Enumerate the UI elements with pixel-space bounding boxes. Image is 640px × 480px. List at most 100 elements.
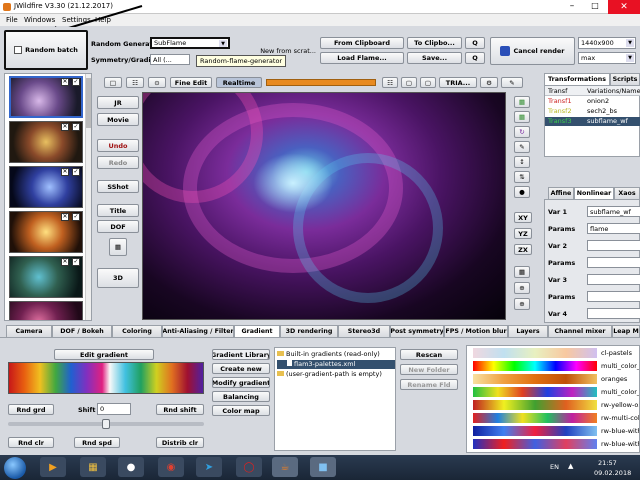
- edit-tool-1[interactable]: ▦: [514, 96, 530, 108]
- telegram-icon[interactable]: ➤: [196, 457, 222, 477]
- new-from-scratch-button[interactable]: New from scrat...: [240, 41, 316, 61]
- tab-gradient[interactable]: Gradient: [234, 325, 280, 337]
- tool-button-7[interactable]: ⚙: [480, 77, 498, 88]
- palette-swatch[interactable]: [473, 361, 597, 371]
- tab-nonlinear[interactable]: Nonlinear: [574, 187, 614, 199]
- tool-button-2[interactable]: ☷: [126, 77, 144, 88]
- tab-xaos[interactable]: Xaos: [614, 187, 640, 199]
- var4-select[interactable]: [587, 308, 640, 319]
- zx-button[interactable]: ZX: [514, 244, 532, 255]
- gradient-preview[interactable]: [8, 362, 204, 394]
- movie-button[interactable]: Movie: [97, 113, 139, 126]
- tab-stereo3d[interactable]: Stereo3d: [338, 325, 390, 337]
- tool-button-8[interactable]: ✎: [501, 77, 523, 88]
- shift-slider[interactable]: [8, 419, 204, 429]
- edit-tool-2[interactable]: ▦: [514, 111, 530, 123]
- tree-item-builtin[interactable]: Built-in gradients (read-only): [277, 350, 380, 359]
- tria-select[interactable]: TRIA...: [439, 77, 477, 88]
- params3-select[interactable]: [587, 291, 640, 302]
- tray-arrow-icon[interactable]: ▲: [568, 462, 573, 470]
- tool-button-1[interactable]: □: [104, 77, 122, 88]
- edit-tool-10[interactable]: ⊕: [514, 298, 530, 310]
- var2-select[interactable]: [587, 240, 640, 251]
- new-folder-button[interactable]: New Folder: [400, 364, 458, 375]
- media-player-icon[interactable]: ▶: [40, 457, 66, 477]
- distrib-clr-button[interactable]: Distrib clr: [156, 437, 204, 448]
- tab-post-symmetry[interactable]: Post symmetry: [390, 325, 444, 337]
- table-row[interactable]: Transf1 onion2: [545, 97, 640, 106]
- random-batch-button[interactable]: Random batch: [4, 30, 88, 70]
- edit-tool-3[interactable]: ↻: [514, 126, 530, 138]
- start-button[interactable]: [4, 457, 26, 479]
- file-explorer-icon[interactable]: ▦: [80, 457, 106, 477]
- tab-scripts[interactable]: Scripts: [610, 73, 640, 85]
- symmetry-gradient-select[interactable]: All (...: [150, 54, 190, 65]
- edit-tool-7[interactable]: ●: [514, 186, 530, 198]
- delete-icon[interactable]: ✕: [61, 258, 69, 266]
- params2-select[interactable]: [587, 257, 640, 268]
- minimize-icon[interactable]: –: [562, 1, 582, 11]
- edit-tool-9[interactable]: ⊕: [514, 282, 530, 294]
- tab-leap-motion[interactable]: Leap M: [612, 325, 640, 337]
- create-new-button[interactable]: Create new: [212, 363, 270, 374]
- modify-gradient-button[interactable]: Modify gradient: [212, 377, 270, 388]
- film-icon-button[interactable]: ▦: [109, 238, 127, 256]
- var1-select[interactable]: subflame_wf: [587, 206, 640, 217]
- thumbnail-scrollbar[interactable]: [85, 74, 91, 320]
- maximize-icon[interactable]: □: [585, 1, 605, 10]
- close-icon[interactable]: ✕: [608, 0, 640, 14]
- menu-file[interactable]: File: [6, 16, 18, 24]
- gradient-library-button[interactable]: Gradient Library: [212, 349, 270, 360]
- thumbnail-6[interactable]: [9, 301, 83, 320]
- edit-tool-4[interactable]: ✎: [514, 141, 530, 153]
- rnd-grd-button[interactable]: Rnd grd: [8, 404, 54, 415]
- tool-button-3[interactable]: ⊙: [148, 77, 166, 88]
- palette-swatch[interactable]: [473, 400, 597, 410]
- checkbox[interactable]: ✓: [72, 168, 80, 176]
- xy-button[interactable]: XY: [514, 212, 532, 223]
- from-clipboard-button[interactable]: From Clipboard: [320, 37, 404, 49]
- quality-select[interactable]: max ▼: [578, 52, 636, 64]
- checkbox[interactable]: ✓: [72, 78, 80, 86]
- tool-button-5[interactable]: ▢: [401, 77, 417, 88]
- tree-item-user[interactable]: (user-gradient-path is empty): [277, 370, 382, 379]
- tab-transformations[interactable]: Transformations: [544, 73, 610, 85]
- edit-tool-8[interactable]: ▦: [514, 266, 530, 278]
- to-clipboard-button[interactable]: To Clipbo...: [407, 37, 462, 49]
- palette-swatch[interactable]: [473, 348, 597, 358]
- tab-affine[interactable]: Affine: [548, 187, 574, 199]
- params-select[interactable]: flame: [587, 223, 640, 234]
- dof-button[interactable]: DOF: [97, 220, 139, 233]
- redo-button[interactable]: Redo: [97, 156, 139, 169]
- table-row[interactable]: Transf2 sech2_bs: [545, 107, 640, 116]
- tool-button-6[interactable]: ▢: [420, 77, 436, 88]
- title-button[interactable]: Title: [97, 204, 139, 217]
- var3-select[interactable]: [587, 274, 640, 285]
- clock-date[interactable]: 09.02.2018: [594, 469, 631, 477]
- tab-channel-mixer[interactable]: Channel mixer: [548, 325, 612, 337]
- 3d-button[interactable]: 3D: [97, 268, 139, 288]
- rescan-button[interactable]: Rescan: [400, 349, 458, 360]
- color-map-button[interactable]: Color map: [212, 405, 270, 416]
- tab-dof-bokeh[interactable]: DOF / Bokeh: [52, 325, 112, 337]
- rnd-clr-button[interactable]: Rnd clr: [8, 437, 54, 448]
- delete-icon[interactable]: ✕: [61, 123, 69, 131]
- edit-gradient-button[interactable]: Edit gradient: [54, 349, 154, 360]
- clock-time[interactable]: 21:57: [598, 459, 617, 467]
- chrome-icon[interactable]: ◉: [158, 457, 184, 477]
- checkbox[interactable]: ✓: [72, 258, 80, 266]
- tab-coloring[interactable]: Coloring: [112, 325, 162, 337]
- save-button[interactable]: Save...: [407, 52, 462, 64]
- shift-input[interactable]: 0: [97, 403, 131, 415]
- delete-icon[interactable]: ✕: [61, 168, 69, 176]
- table-row-selected[interactable]: Transf3 subflame_wf: [545, 117, 640, 126]
- delete-icon[interactable]: ✕: [61, 213, 69, 221]
- palette-swatch[interactable]: [473, 387, 597, 397]
- jr-button[interactable]: JR: [97, 96, 139, 109]
- tree-item-flam3[interactable]: flam3-palettes.xml: [277, 360, 395, 369]
- palette-swatch[interactable]: [473, 439, 597, 449]
- cancel-render-button[interactable]: Cancel render: [490, 37, 575, 65]
- realtime-button[interactable]: Realtime: [216, 77, 262, 88]
- random-generator-select[interactable]: SubFlame ▼: [150, 37, 230, 49]
- q-button-2[interactable]: Q: [465, 52, 485, 64]
